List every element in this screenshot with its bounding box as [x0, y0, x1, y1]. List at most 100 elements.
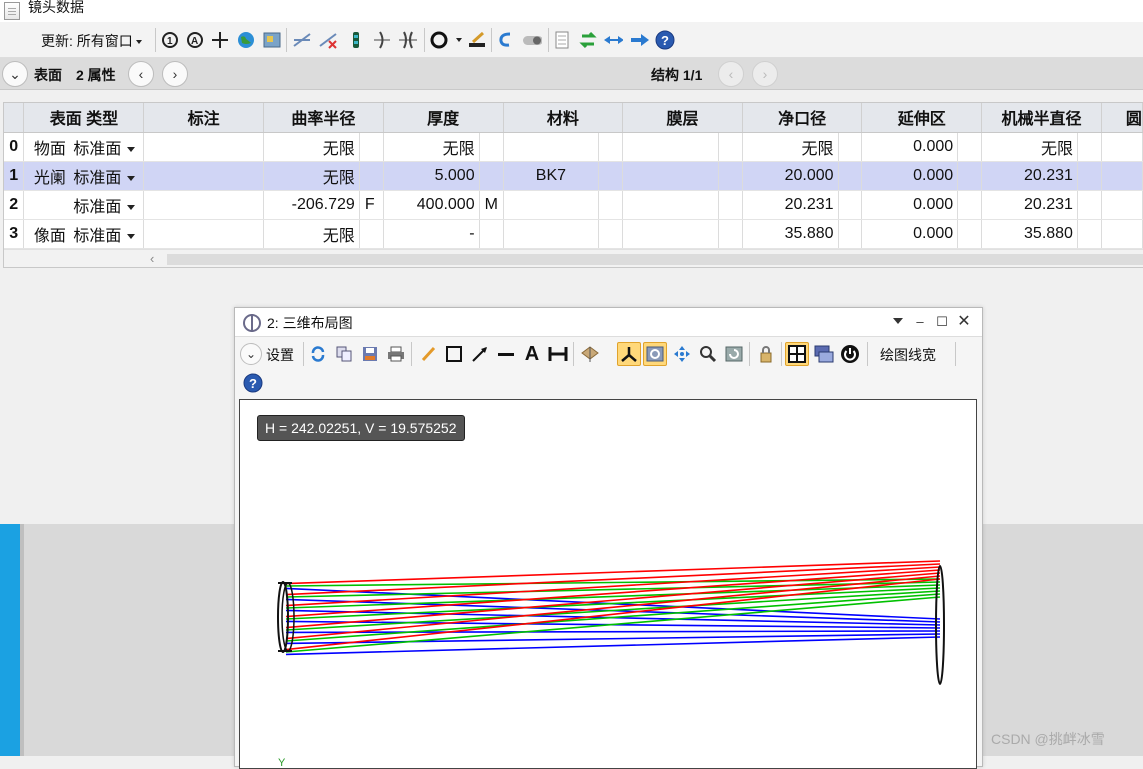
comment-cell[interactable] — [144, 132, 264, 161]
thickness-solve-cell[interactable] — [479, 161, 503, 190]
conic-cell[interactable] — [1101, 219, 1142, 248]
lens-icon[interactable] — [372, 30, 392, 50]
grid-header-radius[interactable]: 曲率半径 — [263, 103, 383, 132]
chevron-down-icon[interactable] — [127, 147, 135, 152]
window-menu-icon[interactable] — [889, 313, 907, 331]
mech-semi-dia-cell[interactable]: 无限 — [982, 132, 1078, 161]
clear-semi-dia-cell[interactable]: 20.000 — [742, 161, 838, 190]
conic-cell[interactable] — [1101, 190, 1142, 219]
material-cell[interactable] — [503, 132, 599, 161]
next-config-button[interactable]: › — [752, 61, 778, 87]
coating-cell[interactable] — [623, 132, 719, 161]
radius-solve-cell[interactable]: F — [359, 190, 383, 219]
chevron-down-icon[interactable] — [127, 234, 135, 239]
layout-grid-icon[interactable] — [785, 342, 809, 366]
conic-cell[interactable] — [1101, 132, 1142, 161]
surface-row[interactable]: 2 标准面-206.729F400.000M20.2310.00020.231 — [4, 190, 1143, 219]
arrow-line-icon[interactable] — [469, 343, 491, 365]
chip-zone-solve-cell[interactable] — [958, 161, 982, 190]
circle-icon[interactable] — [430, 30, 450, 50]
material-solve-cell[interactable] — [599, 219, 623, 248]
thickness-cell[interactable]: 400.000 — [383, 190, 479, 219]
fit-view-icon[interactable] — [643, 342, 667, 366]
chevron-down-icon[interactable] — [127, 205, 135, 210]
scrollbar-thumb[interactable] — [167, 254, 1143, 265]
mech-semi-dia-solve-cell[interactable] — [1077, 132, 1101, 161]
clear-semi-dia-cell[interactable]: 20.231 — [742, 190, 838, 219]
zoom-icon[interactable] — [697, 343, 719, 365]
power-icon[interactable] — [839, 343, 861, 365]
surface-row[interactable]: 0物面 标准面无限无限无限0.000无限 — [4, 132, 1143, 161]
surface-row[interactable]: 3像面 标准面无限-35.8800.00035.880 — [4, 219, 1143, 248]
clear-semi-dia-solve-cell[interactable] — [838, 219, 862, 248]
delete-surface-icon[interactable] — [318, 30, 338, 50]
maximize-icon[interactable]: ☐ — [933, 313, 951, 331]
grid-header-mech-semi-dia[interactable]: 机械半直径 — [982, 103, 1102, 132]
coating-solve-cell[interactable] — [718, 190, 742, 219]
chip-zone-cell[interactable]: 0.000 — [862, 161, 958, 190]
surface-type-cell[interactable]: 标准面 — [24, 190, 144, 219]
text-icon[interactable]: A — [521, 343, 543, 365]
scroll-left-icon[interactable]: ‹ — [150, 251, 154, 266]
help-icon[interactable]: ? — [242, 372, 264, 394]
undo-icon[interactable] — [496, 30, 516, 50]
map-icon[interactable] — [262, 30, 282, 50]
layout-3d-drawing[interactable]: Y — [240, 400, 976, 768]
prev-config-button[interactable]: ‹ — [718, 61, 744, 87]
chip-zone-solve-cell[interactable] — [958, 132, 982, 161]
coating-cell[interactable] — [623, 161, 719, 190]
material-cell[interactable] — [503, 190, 599, 219]
grid-header-clear-semi-dia[interactable]: 净口径 — [742, 103, 862, 132]
expand-button[interactable]: ⌄ — [2, 61, 28, 87]
update-dropdown[interactable]: 更新: 所有窗口 — [41, 31, 142, 51]
minimize-icon[interactable]: – — [911, 313, 929, 331]
chip-zone-cell[interactable]: 0.000 — [862, 132, 958, 161]
coating-cell[interactable] — [623, 190, 719, 219]
chip-zone-solve-cell[interactable] — [958, 219, 982, 248]
paint-icon[interactable] — [467, 30, 487, 50]
horizontal-scrollbar[interactable]: ‹ — [4, 249, 1143, 268]
print-icon[interactable] — [385, 343, 407, 365]
thickness-cell[interactable]: - — [383, 219, 479, 248]
vertex-icon[interactable] — [346, 30, 366, 50]
coating-solve-cell[interactable] — [718, 161, 742, 190]
globe-icon[interactable] — [236, 30, 256, 50]
element-icon[interactable] — [398, 30, 418, 50]
surface-type-cell[interactable]: 光阑 标准面 — [24, 161, 144, 190]
refresh-1-icon[interactable]: 1 — [160, 30, 180, 50]
radius-solve-cell[interactable] — [359, 132, 383, 161]
grid-header-chip-zone[interactable]: 延伸区 — [862, 103, 982, 132]
help-icon[interactable]: ? — [655, 30, 675, 50]
insert-surface-icon[interactable] — [292, 30, 312, 50]
grid-header-material[interactable]: 材料 — [503, 103, 623, 132]
dimension-icon[interactable] — [547, 343, 569, 365]
chevron-down-icon[interactable] — [456, 38, 462, 42]
radius-cell[interactable]: -206.729 — [263, 190, 359, 219]
refresh-icon[interactable] — [307, 343, 329, 365]
grid-header-coating[interactable]: 膜层 — [623, 103, 743, 132]
material-solve-cell[interactable] — [599, 161, 623, 190]
arrows-icon[interactable] — [603, 30, 623, 50]
material-cell[interactable]: BK7 — [503, 161, 599, 190]
chip-zone-cell[interactable]: 0.000 — [862, 219, 958, 248]
grid-header-conic[interactable]: 圆 — [1101, 103, 1142, 132]
reset-view-icon[interactable] — [723, 343, 745, 365]
comment-cell[interactable] — [144, 161, 264, 190]
pencil-icon[interactable] — [417, 343, 439, 365]
clear-semi-dia-solve-cell[interactable] — [838, 161, 862, 190]
material-solve-cell[interactable] — [599, 132, 623, 161]
thickness-solve-cell[interactable]: M — [479, 190, 503, 219]
thickness-cell[interactable]: 5.000 — [383, 161, 479, 190]
mech-semi-dia-solve-cell[interactable] — [1077, 161, 1101, 190]
lock-icon[interactable] — [755, 343, 777, 365]
axes-icon[interactable] — [617, 342, 641, 366]
radius-cell[interactable]: 无限 — [263, 161, 359, 190]
next-surface-button[interactable]: › — [162, 61, 188, 87]
comment-cell[interactable] — [144, 219, 264, 248]
arrow-right-icon[interactable] — [629, 30, 649, 50]
window-stack-icon[interactable] — [813, 343, 835, 365]
layout-window-titlebar[interactable]: 2: 三维布局图 – ☐ ✕ — [235, 308, 982, 337]
material-cell[interactable] — [503, 219, 599, 248]
close-icon[interactable]: ✕ — [955, 313, 973, 331]
comment-cell[interactable] — [144, 190, 264, 219]
